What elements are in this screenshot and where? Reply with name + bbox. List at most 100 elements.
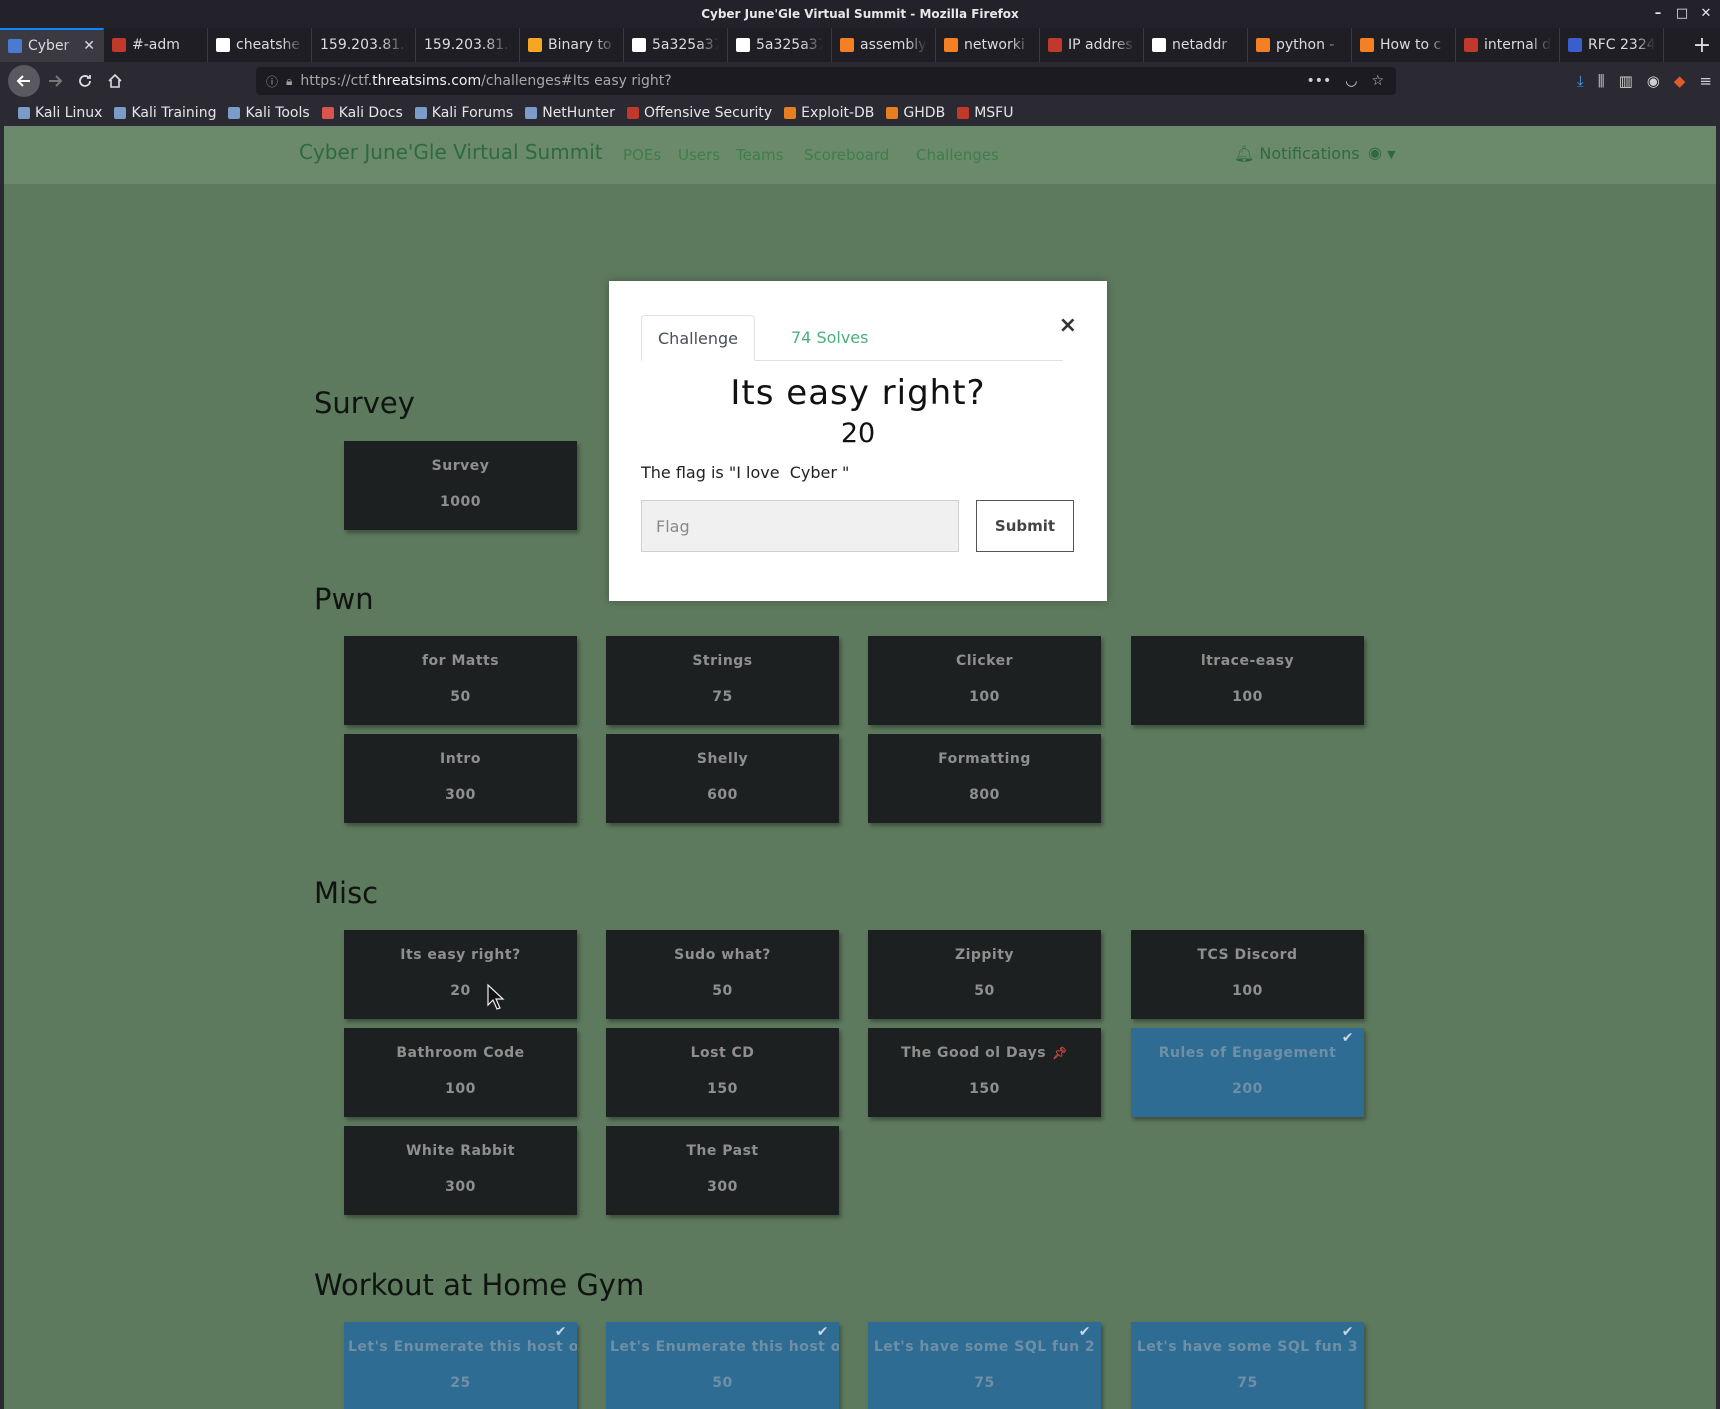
challenge-card[interactable]: The Past 300	[606, 1126, 839, 1215]
pin-icon: 📌︎	[1052, 1046, 1068, 1060]
challenge-card[interactable]: White Rabbit 300	[344, 1126, 577, 1215]
challenge-card-value: 800	[969, 787, 1000, 803]
bookmark-item[interactable]: Kali Tools	[228, 105, 310, 121]
challenge-card[interactable]: The Good ol Days 📌︎ 150	[868, 1028, 1101, 1117]
nav-poes[interactable]: POEs	[623, 146, 661, 164]
account-icon[interactable]: ◉	[1647, 72, 1660, 90]
pocket-icon[interactable]: ◡	[1345, 73, 1357, 89]
challenge-card[interactable]: Zippity 50	[868, 930, 1101, 1019]
challenge-card[interactable]: for Matts 50	[344, 636, 577, 725]
challenge-card[interactable]: ltrace-easy 100	[1131, 636, 1364, 725]
reload-button[interactable]	[70, 66, 100, 96]
extension-icon[interactable]: ◆	[1674, 72, 1686, 90]
tab-challenge[interactable]: Challenge	[641, 315, 755, 361]
bookmark-star-icon[interactable]: ☆	[1371, 73, 1384, 89]
new-tab-button[interactable]: +	[1684, 28, 1720, 62]
browser-tab[interactable]: networki	[936, 28, 1040, 62]
challenge-card[interactable]: TCS Discord 100	[1131, 930, 1364, 1019]
info-icon[interactable]: ⓘ	[266, 73, 278, 90]
bookmark-item[interactable]: GHDB	[886, 105, 945, 121]
bookmark-item[interactable]: Kali Training	[114, 105, 216, 121]
submit-button[interactable]: Submit	[976, 500, 1074, 552]
solved-check-icon: ✔	[1078, 1324, 1091, 1340]
site-brand[interactable]: Cyber June'Gle Virtual Summit	[299, 140, 603, 164]
nav-teams[interactable]: Teams	[736, 146, 783, 164]
nav-challenges[interactable]: Challenges	[916, 146, 999, 164]
browser-tab[interactable]: 159.203.81.4	[416, 28, 520, 62]
bookmark-item[interactable]: Kali Docs	[321, 105, 403, 121]
user-menu[interactable]: ◉ ▼	[1368, 143, 1396, 162]
browser-tab[interactable]: #-adm	[104, 28, 208, 62]
browser-tab[interactable]: assembly	[832, 28, 936, 62]
nav-scoreboard[interactable]: Scoreboard	[804, 146, 889, 164]
notifications-label: Notifications	[1259, 144, 1360, 163]
page-actions-icon[interactable]: •••	[1306, 73, 1331, 89]
bookmark-item[interactable]: NetHunter	[525, 105, 615, 121]
challenge-card[interactable]: Intro 300	[344, 734, 577, 823]
challenge-card-value: 75	[974, 1375, 995, 1391]
sidebar-icon[interactable]: ▥	[1619, 72, 1633, 90]
challenge-card[interactable]: Bathroom Code 100	[344, 1028, 577, 1117]
challenge-card[interactable]: Lost CD 150	[606, 1028, 839, 1117]
challenge-card-value: 100	[1232, 983, 1263, 999]
forward-button[interactable]	[40, 66, 70, 96]
challenge-card-name: TCS Discord	[1131, 947, 1364, 963]
menu-icon[interactable]: ≡	[1699, 72, 1712, 90]
close-icon[interactable]: ×	[1059, 313, 1077, 338]
challenge-card[interactable]: Its easy right? 20	[344, 930, 577, 1019]
browser-tab[interactable]: 5a325a37	[624, 28, 728, 62]
challenge-description: The flag is "I love Cyber "	[641, 463, 850, 482]
bookmark-item[interactable]: Exploit-DB	[784, 105, 874, 121]
challenge-card[interactable]: Let's Enumerate this host o 50 ✔	[606, 1322, 839, 1409]
challenge-card[interactable]: Let's have some SQL fun 2 75 ✔	[868, 1322, 1101, 1409]
challenge-card[interactable]: Shelly 600	[606, 734, 839, 823]
browser-tab[interactable]: IP addres	[1040, 28, 1144, 62]
bookmark-item[interactable]: Kali Linux	[18, 105, 102, 121]
browser-tab[interactable]: internal d	[1456, 28, 1560, 62]
library-icon[interactable]: ⫼	[1598, 72, 1605, 90]
challenge-card-name-text: White Rabbit	[405, 1143, 516, 1159]
bookmark-item[interactable]: Offensive Security	[626, 105, 772, 121]
challenge-card[interactable]: Let's Enumerate this host o 25 ✔	[344, 1322, 577, 1409]
solved-check-icon: ✔	[554, 1324, 567, 1340]
maximize-icon[interactable]: □	[1674, 6, 1690, 22]
challenge-card-name-text: Let's Enumerate this host o	[610, 1339, 839, 1355]
challenge-card-value: 20	[450, 983, 471, 999]
download-icon[interactable]: ⤓	[1577, 72, 1584, 90]
notifications-link[interactable]: 🔔︎ Notifications	[1234, 144, 1360, 163]
flag-input[interactable]	[641, 500, 959, 552]
tab-close-icon[interactable]: ✕	[83, 38, 95, 54]
category-title-survey: Survey	[314, 386, 415, 420]
lock-icon[interactable]: 🔒︎	[286, 74, 292, 89]
challenge-card[interactable]: Clicker 100	[868, 636, 1101, 725]
tab-solves[interactable]: 74 Solves	[775, 315, 884, 361]
browser-tab[interactable]: 5a325a37	[728, 28, 832, 62]
google-icon	[736, 38, 750, 52]
browser-tab[interactable]: Binary to	[520, 28, 624, 62]
url-bar[interactable]: ⓘ 🔒︎ https://ctf. threatsims.com/challeng…	[256, 67, 1396, 95]
bookmark-item[interactable]: Kali Forums	[414, 105, 513, 121]
minimize-icon[interactable]: –	[1650, 6, 1666, 22]
browser-tab[interactable]: python -	[1248, 28, 1352, 62]
browser-tab[interactable]: cheatshe	[208, 28, 312, 62]
challenge-card[interactable]: Strings 75	[606, 636, 839, 725]
nav-users[interactable]: Users	[678, 146, 720, 164]
bookmark-label: Kali Linux	[35, 105, 103, 121]
back-button[interactable]	[8, 65, 40, 97]
browser-tab[interactable]: 159.203.81.4	[312, 28, 416, 62]
browser-tab[interactable]: netaddr	[1144, 28, 1248, 62]
browser-tab[interactable]: Cyber ✕	[0, 28, 104, 62]
page-content: Cyber June'Gle Virtual Summit POEs Users…	[4, 126, 1716, 1409]
challenge-card[interactable]: Formatting 800	[868, 734, 1101, 823]
challenge-card[interactable]: Rules of Engagement 200 ✔	[1131, 1028, 1364, 1117]
browser-tab[interactable]: How to c	[1352, 28, 1456, 62]
window-titlebar: Cyber June'Gle Virtual Summit - Mozilla …	[0, 0, 1720, 28]
challenge-card[interactable]: Let's have some SQL fun 3 75 ✔	[1131, 1322, 1364, 1409]
browser-tab[interactable]: RFC 2324	[1560, 28, 1664, 62]
close-window-icon[interactable]: ✕	[1698, 6, 1714, 22]
bookmark-item[interactable]: MSFU	[957, 105, 1013, 121]
home-button[interactable]	[100, 66, 130, 96]
bookmark-favicon-icon	[626, 107, 639, 119]
challenge-card[interactable]: Sudo what? 50	[606, 930, 839, 1019]
challenge-card[interactable]: Survey 1000	[344, 441, 577, 530]
